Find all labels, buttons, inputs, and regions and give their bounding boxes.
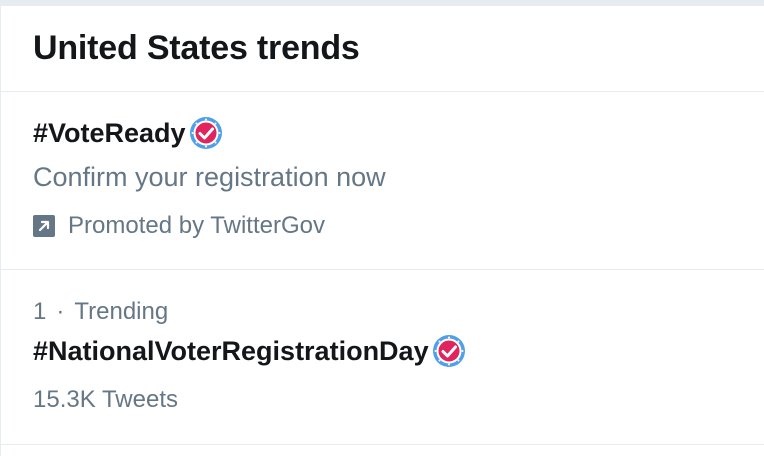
trend-tweet-count: 15.3K Tweets — [33, 386, 178, 413]
vote-badge-icon — [189, 117, 222, 149]
promoted-description: Confirm your registration now — [33, 162, 386, 192]
promoted-trend-item[interactable]: #VoteReady Confirm your registration now… — [1, 92, 764, 270]
trends-panel: United States trends #VoteReady Confirm … — [0, 6, 764, 456]
promoted-by-row: Promoted by TwitterGov — [33, 212, 325, 240]
separator-dot: · — [56, 298, 65, 325]
trend-label: Trending — [74, 298, 169, 325]
trends-title: United States trends — [33, 29, 360, 67]
trend-hashtag[interactable]: #NationalVoterRegistrationDay — [33, 336, 429, 367]
promoted-hashtag-row[interactable]: #VoteReady — [33, 116, 223, 150]
trends-header: United States trends — [1, 6, 764, 92]
trend-rank: 1 — [33, 298, 47, 325]
trend-meta-row: 1 · Trending — [33, 298, 168, 326]
trend-item[interactable]: 1 · Trending #NationalVoterRegistrationD… — [1, 270, 764, 445]
trend-hashtag-row[interactable]: #NationalVoterRegistrationDay — [33, 334, 466, 368]
promoted-hashtag[interactable]: #VoteReady — [33, 118, 186, 149]
promoted-arrow-icon — [33, 215, 55, 237]
promoted-by-label[interactable]: Promoted by TwitterGov — [68, 212, 325, 240]
vote-badge-icon — [432, 335, 465, 367]
